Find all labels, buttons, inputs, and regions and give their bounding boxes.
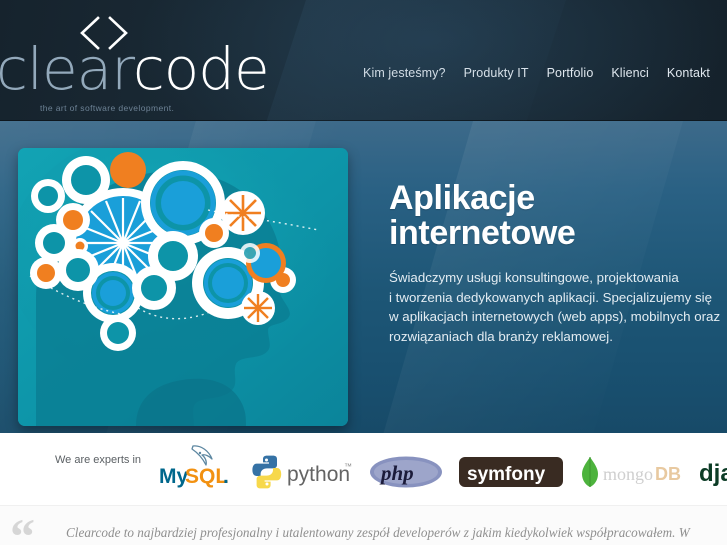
hero-image[interactable] [18, 148, 348, 426]
django-logo[interactable]: django [699, 455, 727, 489]
hero-section: Aplikacje internetowe Świadczymy usługi … [0, 121, 727, 433]
symfony-logo[interactable]: symfony [459, 455, 564, 489]
nav-item-kim-jestesmy[interactable]: Kim jesteśmy? [354, 66, 455, 80]
logo-text-code: code [132, 35, 270, 103]
python-logo[interactable]: python ™ [249, 455, 353, 489]
svg-text:.: . [223, 465, 229, 488]
hero-description: Świadczymy usługi konsultingowe, projekt… [389, 270, 721, 344]
svg-text:DB: DB [655, 464, 681, 484]
nav-item-produkty-it[interactable]: Produkty IT [455, 66, 538, 80]
site-logo[interactable]: clearcode the art of software developmen… [0, 16, 270, 113]
nav-item-kontakt[interactable]: Kontakt [658, 66, 719, 80]
svg-text:™: ™ [344, 462, 352, 471]
svg-text:django: django [699, 460, 727, 487]
site-header: clearcode the art of software developmen… [0, 0, 727, 121]
page-root: clearcode the art of software developmen… [0, 0, 727, 545]
logo-wordmark: clearcode [0, 40, 270, 98]
testimonial-text: Clearcode to najbardziej profesjonalny i… [66, 525, 690, 540]
page-title: Aplikacje internetowe [389, 179, 576, 253]
php-logo[interactable]: php [369, 455, 443, 489]
hero-copy: Aplikacje internetowe Świadczymy usługi … [389, 179, 721, 346]
svg-text:python: python [287, 463, 350, 486]
experts-label: We are experts in [55, 454, 142, 466]
logo-tagline: the art of software development. [40, 103, 175, 113]
nav-item-klienci[interactable]: Klienci [602, 66, 658, 80]
testimonial-section: “ Clearcode to najbardziej profesjonalny… [0, 505, 727, 545]
logo-text-clear: clear [0, 35, 134, 103]
head-silhouette-icon [18, 148, 348, 426]
mysql-logo[interactable]: My SQL . [157, 443, 233, 489]
svg-text:mongo: mongo [603, 464, 653, 484]
quote-open-icon: “ [10, 508, 35, 545]
svg-text:php: php [379, 461, 414, 485]
svg-text:symfony: symfony [467, 464, 546, 485]
svg-text:SQL: SQL [185, 465, 228, 488]
main-navigation: Kim jesteśmy? Produkty IT Portfolio Klie… [354, 66, 719, 80]
technologies-section: We are experts in My SQL . python ™ php … [0, 433, 727, 505]
nav-item-portfolio[interactable]: Portfolio [538, 66, 603, 80]
mongodb-logo[interactable]: mongo DB [579, 455, 683, 489]
